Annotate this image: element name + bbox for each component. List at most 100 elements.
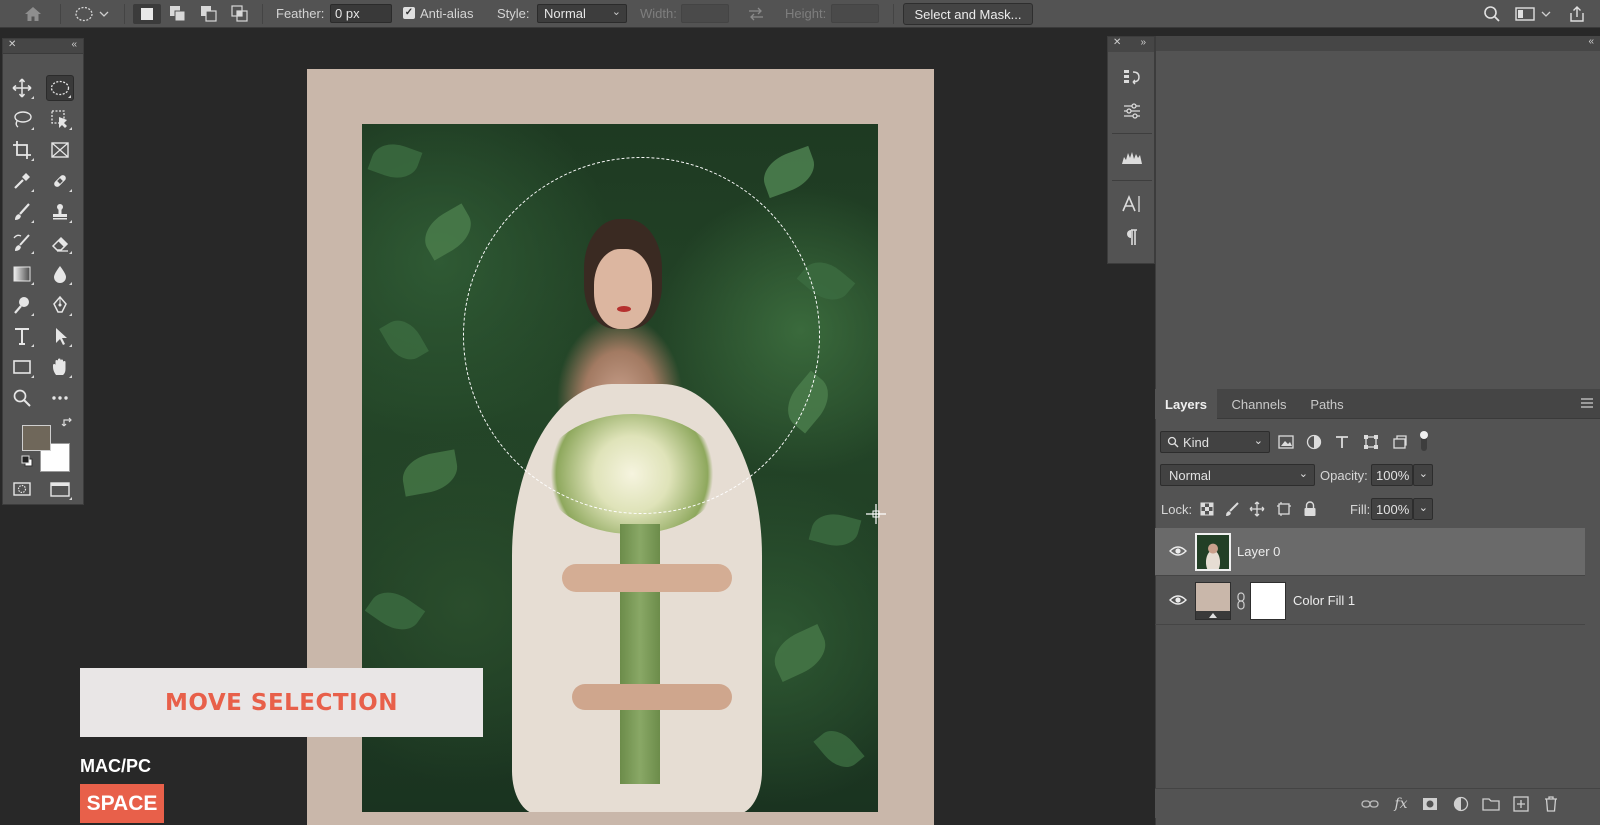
new-adjustment-layer-icon[interactable] <box>1451 795 1471 813</box>
swap-dimensions-icon[interactable] <box>745 4 767 24</box>
select-and-mask-button[interactable]: Select and Mask... <box>903 3 1033 25</box>
link-icon[interactable] <box>1236 592 1246 610</box>
style-select-value: Normal <box>544 6 586 21</box>
leaf <box>364 582 426 640</box>
paragraph-panel-icon[interactable] <box>1117 223 1147 251</box>
type-tool-icon[interactable] <box>8 323 36 349</box>
feather-input[interactable]: 0 px <box>330 4 392 23</box>
smart-object-filter-icon[interactable] <box>1390 432 1410 452</box>
pen-tool-icon[interactable] <box>46 292 74 318</box>
layer-name[interactable]: Color Fill 1 <box>1293 593 1355 608</box>
layer-row-color-fill-1[interactable]: Color Fill 1 <box>1155 577 1585 625</box>
elliptical-marquee-tool-icon[interactable] <box>46 75 74 101</box>
tool-group-indicator <box>69 220 72 223</box>
brush-tool-icon[interactable] <box>8 199 36 225</box>
lock-image-pixels-icon[interactable] <box>1222 499 1242 519</box>
lock-artboard-icon[interactable] <box>1274 499 1294 519</box>
swap-colors-icon[interactable] <box>61 417 75 431</box>
rectangle-tool-icon[interactable] <box>8 354 36 380</box>
lock-position-icon[interactable] <box>1247 499 1267 519</box>
character-panel-icon[interactable] <box>1117 190 1147 218</box>
quick-mask-icon[interactable] <box>8 476 36 502</box>
workspace-switcher-icon[interactable] <box>1515 4 1555 24</box>
height-input[interactable] <box>831 4 879 23</box>
home-icon[interactable] <box>20 4 46 24</box>
layer-style-fx-icon[interactable]: fx <box>1391 795 1411 813</box>
history-brush-tool-icon[interactable] <box>8 230 36 256</box>
lock-transparent-pixels-icon[interactable] <box>1197 499 1217 519</box>
tab-paths[interactable]: Paths <box>1299 389 1355 419</box>
eyedropper-tool-icon[interactable] <box>8 168 36 194</box>
intersect-selection-icon[interactable] <box>227 4 253 24</box>
gradient-tool-icon[interactable] <box>8 261 36 287</box>
path-selection-tool-icon[interactable] <box>46 323 74 349</box>
history-panel-icon[interactable] <box>1117 63 1147 91</box>
default-colors-icon[interactable] <box>21 455 33 467</box>
delete-layer-icon[interactable] <box>1541 795 1561 813</box>
link-layers-icon[interactable] <box>1360 795 1380 813</box>
eraser-tool-icon[interactable] <box>46 230 74 256</box>
blur-tool-icon[interactable] <box>46 261 74 287</box>
lock-label: Lock: <box>1161 502 1193 517</box>
adjustment-layer-filter-icon[interactable] <box>1304 432 1324 452</box>
divider <box>60 4 61 24</box>
move-tool-icon[interactable] <box>8 75 36 101</box>
add-mask-icon[interactable] <box>1420 795 1440 813</box>
collapse-icon[interactable]: « <box>71 39 77 50</box>
collapse-icon[interactable]: « <box>1588 36 1594 47</box>
width-input[interactable] <box>681 4 729 23</box>
adjustments-panel-icon[interactable] <box>1117 97 1147 125</box>
foreground-color-swatch-front[interactable] <box>22 425 51 451</box>
healing-brush-tool-icon[interactable] <box>46 168 74 194</box>
lasso-tool-icon[interactable] <box>8 106 36 132</box>
elliptical-selection-marquee[interactable] <box>463 157 820 514</box>
blend-mode-select[interactable]: Normal ⌄ <box>1160 464 1315 486</box>
tab-channels[interactable]: Channels <box>1222 389 1296 419</box>
layer-row-layer-0[interactable]: Layer 0 <box>1155 528 1585 576</box>
bouquet-stems <box>620 524 660 784</box>
style-select[interactable]: Normal ⌄ <box>537 4 627 23</box>
close-icon[interactable]: ✕ <box>8 39 16 50</box>
antialias-checkbox[interactable]: ✓ <box>403 7 415 19</box>
dodge-tool-icon[interactable] <box>8 292 36 318</box>
expand-icon[interactable]: » <box>1140 37 1146 48</box>
histogram-panel-icon[interactable] <box>1117 143 1147 171</box>
fill-slider-toggle[interactable]: ⌄ <box>1413 498 1433 520</box>
visibility-eye-icon[interactable] <box>1169 544 1187 558</box>
clone-stamp-tool-icon[interactable] <box>46 199 74 225</box>
panel-menu-icon[interactable] <box>1580 397 1594 409</box>
type-layer-filter-icon[interactable] <box>1332 432 1352 452</box>
more-tools-icon[interactable] <box>46 385 74 411</box>
shape-layer-filter-icon[interactable] <box>1361 432 1381 452</box>
new-group-icon[interactable] <box>1481 795 1501 813</box>
fill-layer-thumbnail[interactable] <box>1195 582 1231 620</box>
share-icon[interactable] <box>1565 4 1589 24</box>
layer-thumbnail[interactable] <box>1195 533 1231 571</box>
filter-toggle-switch[interactable] <box>1417 428 1431 454</box>
zoom-tool-icon[interactable] <box>8 385 36 411</box>
opacity-slider-toggle[interactable]: ⌄ <box>1413 464 1433 486</box>
layer-mask-thumbnail[interactable] <box>1250 582 1286 620</box>
tool-preset-picker[interactable] <box>70 4 114 24</box>
tool-group-indicator <box>69 127 72 130</box>
crop-tool-icon[interactable] <box>8 137 36 163</box>
add-to-selection-icon[interactable] <box>165 4 191 24</box>
tab-layers[interactable]: Layers <box>1155 389 1217 419</box>
subtract-from-selection-icon[interactable] <box>196 4 222 24</box>
platform-label: MAC/PC <box>80 756 151 776</box>
fill-input[interactable]: 100% <box>1371 498 1413 520</box>
visibility-eye-icon[interactable] <box>1169 593 1187 607</box>
object-selection-tool-icon[interactable] <box>46 106 74 132</box>
close-icon[interactable]: ✕ <box>1113 37 1121 48</box>
lock-all-icon[interactable] <box>1300 499 1320 519</box>
pixel-layer-filter-icon[interactable] <box>1276 432 1296 452</box>
new-layer-icon[interactable] <box>1511 795 1531 813</box>
hand-tool-icon[interactable] <box>46 354 74 380</box>
layer-name[interactable]: Layer 0 <box>1237 544 1280 559</box>
new-selection-icon[interactable] <box>133 4 161 24</box>
search-icon[interactable] <box>1481 4 1503 24</box>
opacity-input[interactable]: 100% <box>1371 464 1413 486</box>
layer-filter-select[interactable]: Kind ⌄ <box>1160 431 1270 453</box>
screen-mode-icon[interactable] <box>46 476 74 502</box>
frame-tool-icon[interactable] <box>46 137 74 163</box>
